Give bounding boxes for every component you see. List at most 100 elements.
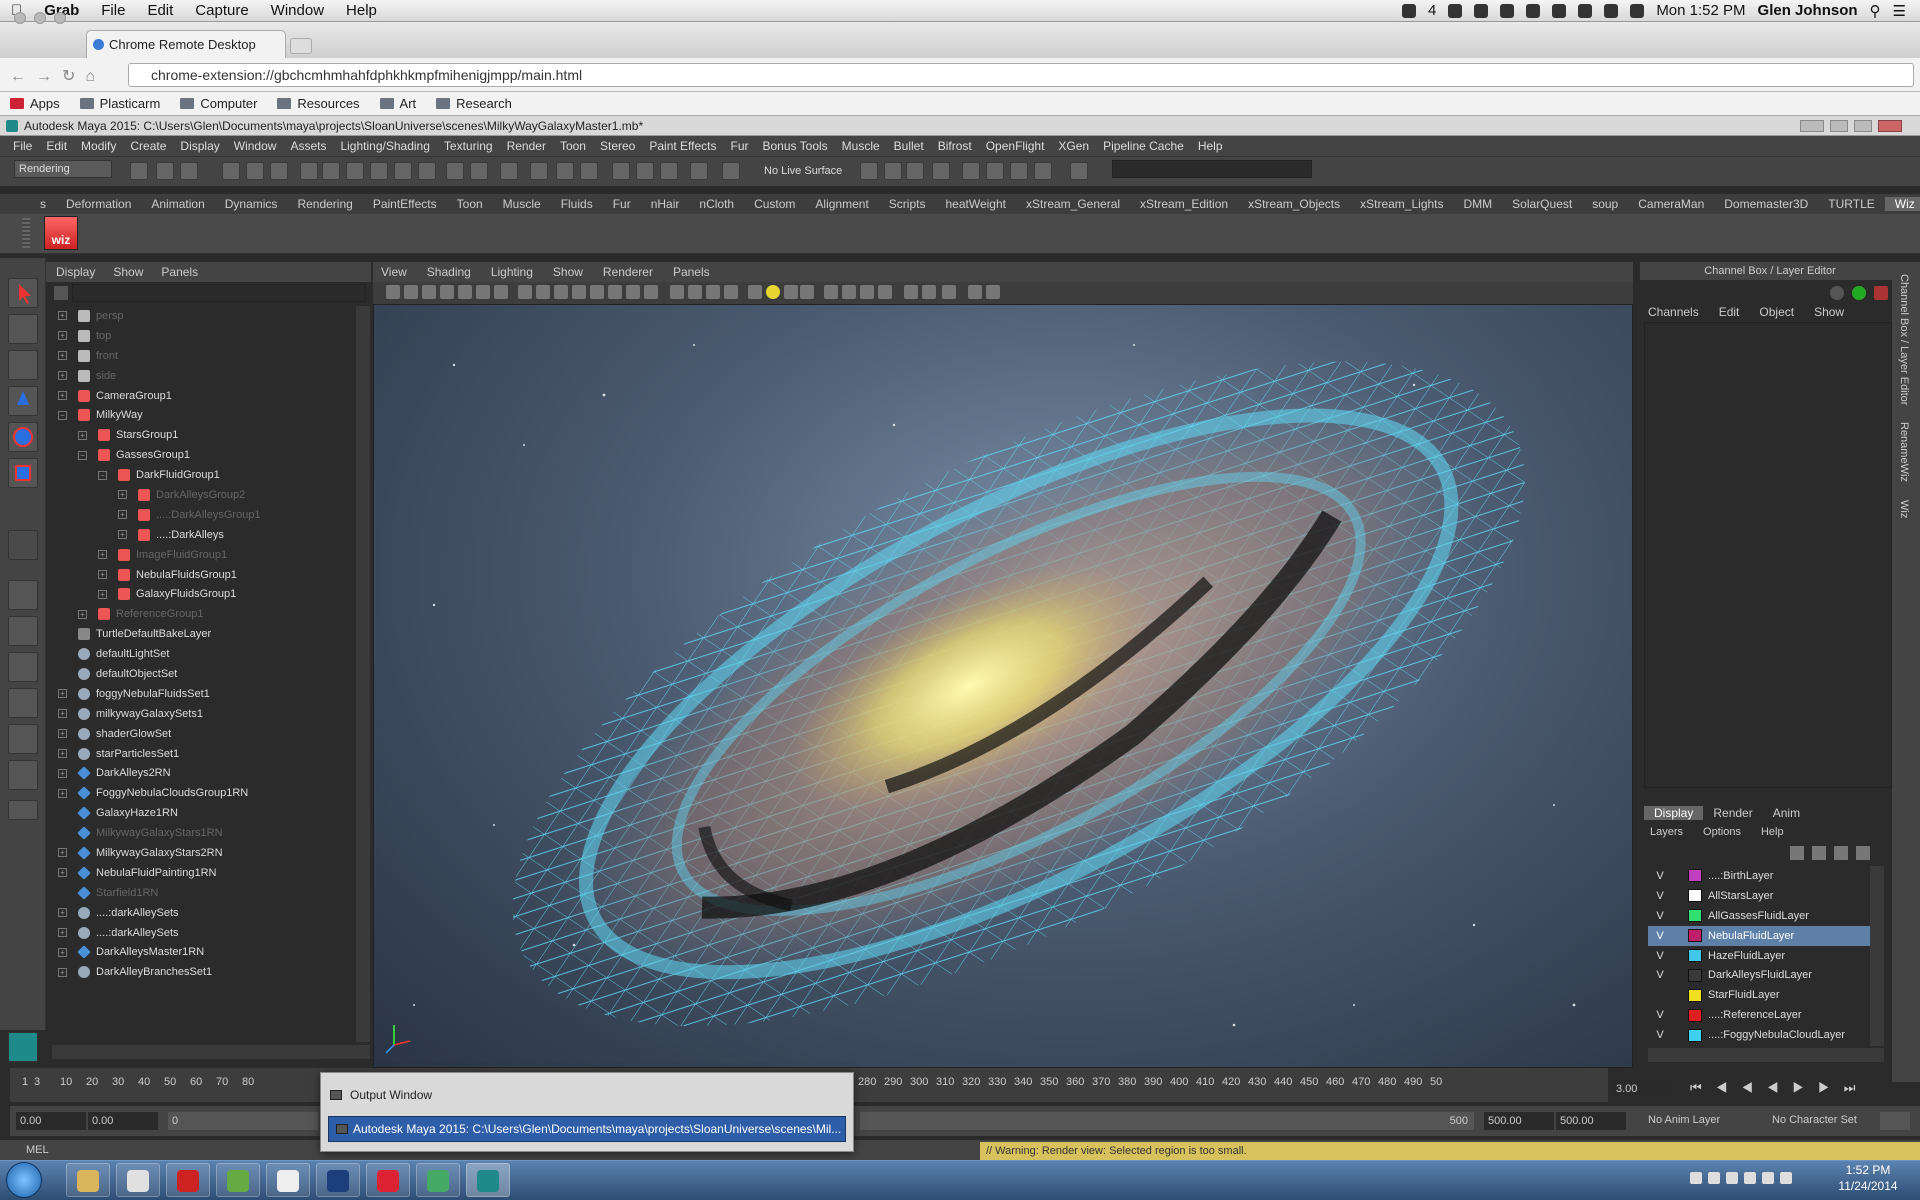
taskbar-app-filezilla[interactable] — [166, 1163, 210, 1197]
input-ops-icon[interactable] — [556, 162, 574, 180]
layer-visibility-toggle[interactable]: V — [1652, 870, 1668, 882]
maya-window-item[interactable]: Autodesk Maya 2015: C:\Users\Glen\Docume… — [328, 1116, 846, 1142]
current-frame-field[interactable]: 3.00 — [1612, 1080, 1672, 1098]
layer-color-swatch[interactable] — [1688, 869, 1702, 883]
go-to-end-icon[interactable]: ⏭ — [1844, 1080, 1870, 1095]
rotate-tool-icon[interactable] — [8, 422, 38, 452]
outliner-item[interactable]: + FoggyNebulaCloudsGroup1RN — [46, 783, 356, 803]
persp-outliner-layout-icon[interactable] — [8, 652, 38, 682]
address-bar[interactable]: chrome-extension://gbchcmhmhahfdphkhkmpf… — [128, 63, 1914, 87]
output-window-item[interactable]: Output Window — [330, 1088, 432, 1102]
last-tool-icon[interactable] — [8, 530, 38, 560]
window-close-button[interactable] — [14, 12, 26, 24]
outliner-item[interactable]: + ....:darkAlleySets — [46, 923, 356, 943]
notification-center-icon[interactable]: ☰ — [1893, 2, 1906, 20]
render-view-icon[interactable] — [884, 162, 902, 180]
layer-tab-anim[interactable]: Anim — [1763, 806, 1810, 820]
move-layer-up-icon[interactable] — [1790, 846, 1804, 860]
anim-layer-dropdown[interactable]: No Anim Layer — [1648, 1114, 1720, 1126]
layer-visibility-toggle[interactable]: V — [1652, 969, 1668, 981]
expand-icon[interactable]: + — [58, 908, 67, 918]
new-scene-icon[interactable] — [130, 162, 148, 180]
maya-menu-bonus-tools[interactable]: Bonus Tools — [756, 139, 835, 153]
layer-visibility-toggle[interactable]: V — [1652, 1009, 1668, 1021]
ipr-render-icon[interactable] — [690, 162, 708, 180]
range-bar-end[interactable]: 500 — [860, 1112, 1474, 1130]
layer-color-swatch[interactable] — [1688, 1008, 1702, 1022]
forward-icon[interactable]: → — [36, 68, 62, 85]
shelf-tab-cameraman[interactable]: CameraMan — [1628, 197, 1714, 211]
outliner-item[interactable]: MilkywayGalaxyStars1RN — [46, 823, 356, 843]
render-settings-icon[interactable] — [722, 162, 740, 180]
expand-icon[interactable]: + — [118, 510, 127, 520]
shelf-tab-xstream-objects[interactable]: xStream_Objects — [1238, 197, 1350, 211]
save-scene-icon[interactable] — [180, 162, 198, 180]
shelf-tab-animation[interactable]: Animation — [141, 197, 214, 211]
expand-icon[interactable]: + — [58, 371, 67, 381]
viewport-tool-icon-30[interactable] — [942, 285, 956, 299]
taskbar-app-photoshop[interactable] — [316, 1163, 360, 1197]
live-surface-label[interactable]: No Live Surface — [764, 165, 842, 177]
menu-file[interactable]: File — [90, 2, 136, 19]
new-layer-selected-icon[interactable] — [1856, 846, 1870, 860]
maya-menu-texturing[interactable]: Texturing — [437, 139, 500, 153]
outliner-item[interactable]: + NebulaFluidsGroup1 — [46, 565, 356, 585]
shelf-tab-rendering[interactable]: Rendering — [287, 197, 362, 211]
magnet-icon[interactable] — [612, 162, 630, 180]
spotlight-search-icon[interactable]: ⚲ — [1870, 2, 1881, 20]
shelf-tab-dynamics[interactable]: Dynamics — [215, 197, 288, 211]
layer-color-swatch[interactable] — [1688, 929, 1702, 943]
camera-icon[interactable] — [932, 162, 950, 180]
select-component-icon[interactable] — [270, 162, 288, 180]
viewport-tool-icon-17[interactable] — [688, 285, 702, 299]
snap-plane-icon[interactable] — [370, 162, 388, 180]
tray-network-icon[interactable] — [1690, 1172, 1702, 1184]
selection-mask-icon[interactable] — [470, 162, 488, 180]
reload-icon[interactable]: ↻ — [62, 68, 85, 85]
viewport-menu-show[interactable]: Show — [553, 265, 583, 279]
history-icon[interactable] — [500, 162, 518, 180]
outliner-item[interactable]: + NebulaFluidPainting1RN — [46, 863, 356, 883]
shelf-tab-fur[interactable]: Fur — [603, 197, 641, 211]
channel-box-edit-icon[interactable] — [1874, 286, 1888, 300]
snap-curve-icon[interactable] — [322, 162, 340, 180]
viewport-menu-renderer[interactable]: Renderer — [603, 265, 653, 279]
expand-icon[interactable]: + — [58, 928, 67, 938]
scale-tool-icon[interactable] — [8, 458, 38, 488]
skype-icon[interactable] — [1500, 3, 1515, 18]
new-empty-layer-icon[interactable] — [1834, 846, 1848, 860]
viewport-tool-icon-5[interactable] — [458, 285, 472, 299]
viewport-tool-icon-13[interactable] — [608, 285, 622, 299]
minimize-button[interactable] — [1830, 120, 1848, 132]
outliner-item[interactable]: TurtleDefaultBakeLayer — [46, 624, 356, 644]
tray-flag-icon[interactable] — [1726, 1172, 1738, 1184]
volume-icon[interactable] — [1604, 3, 1619, 18]
shelf-tab-s[interactable]: s — [30, 197, 56, 211]
shelf-tab-xstream-edition[interactable]: xStream_Edition — [1130, 197, 1238, 211]
viewport-tool-icon-32[interactable] — [986, 285, 1000, 299]
shelf-tab-solarquest[interactable]: SolarQuest — [1502, 197, 1582, 211]
persp-graph-layout-icon[interactable] — [8, 688, 38, 718]
outliner-item[interactable]: + DarkAlleys2RN — [46, 763, 356, 783]
viewport-tool-icon-26[interactable] — [860, 285, 874, 299]
perspective-viewport[interactable] — [373, 304, 1633, 1068]
layer-tab-render[interactable]: Render — [1703, 806, 1762, 820]
taskbar-app-explorer[interactable] — [66, 1163, 110, 1197]
viewport-tool-icon-29[interactable] — [922, 285, 936, 299]
maya-menu-openflight[interactable]: OpenFlight — [979, 139, 1052, 153]
viewport-menu-shading[interactable]: Shading — [427, 265, 471, 279]
menu-capture[interactable]: Capture — [184, 2, 259, 19]
viewport-menu-view[interactable]: View — [381, 265, 407, 279]
taskbar-app-maya[interactable] — [466, 1163, 510, 1197]
outliner-item[interactable]: + front — [46, 346, 356, 366]
layer-visibility-toggle[interactable]: V — [1652, 950, 1668, 962]
close-button[interactable] — [1878, 120, 1902, 132]
tray-volume-icon[interactable] — [1762, 1172, 1774, 1184]
layer-visibility-toggle[interactable]: V — [1652, 930, 1668, 942]
maya-menu-lighting-shading[interactable]: Lighting/Shading — [333, 139, 436, 153]
shelf-tab-xstream-lights[interactable]: xStream_Lights — [1350, 197, 1453, 211]
maya-menu-create[interactable]: Create — [123, 139, 173, 153]
live-surface-icon[interactable] — [636, 162, 654, 180]
status-count[interactable]: 4 — [1428, 2, 1436, 19]
shelf-tab-nhair[interactable]: nHair — [641, 197, 690, 211]
